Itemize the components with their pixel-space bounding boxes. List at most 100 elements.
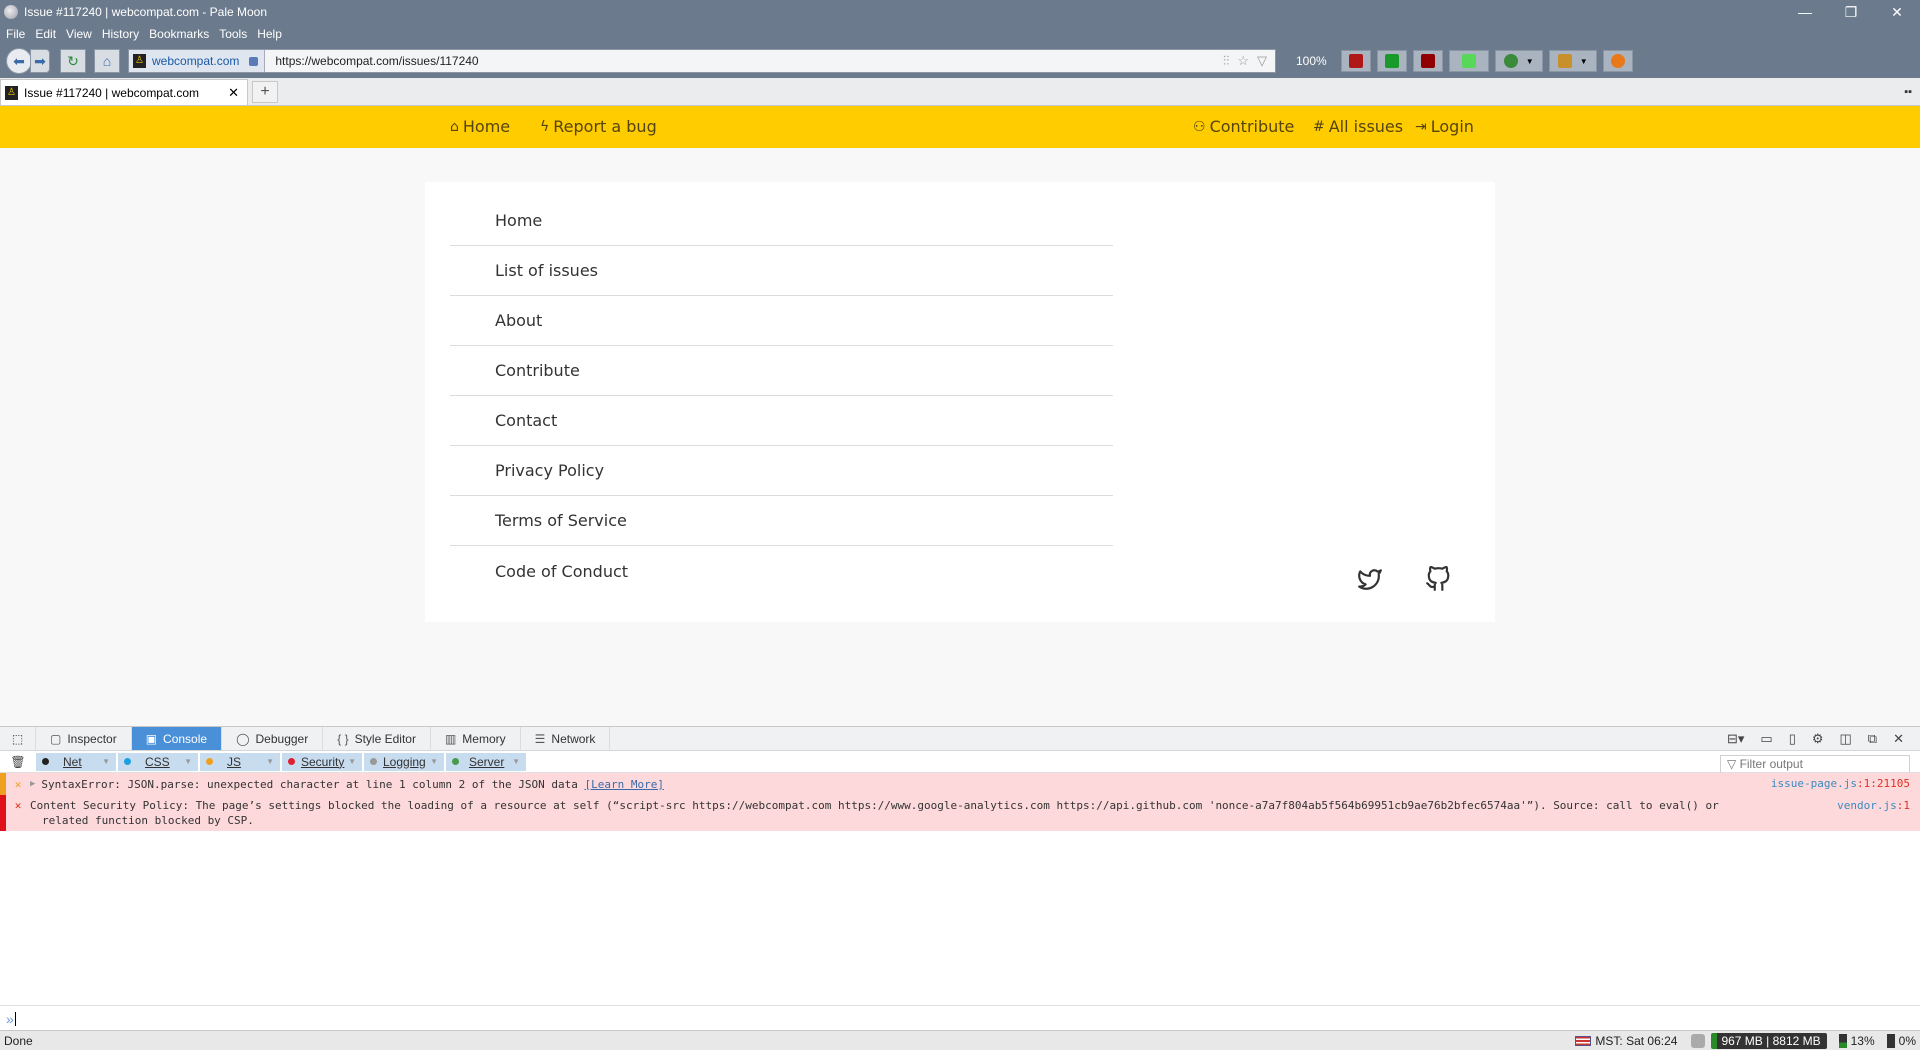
- close-devtools-icon[interactable]: ✕: [1893, 731, 1904, 747]
- tab-debugger[interactable]: ◯ Debugger: [222, 727, 324, 750]
- url-input[interactable]: https://webcompat.com/issues/117240: [275, 54, 1222, 68]
- tab-memory[interactable]: ▥ Memory: [431, 727, 521, 750]
- nav-home-link[interactable]: ⌂ Home: [450, 117, 510, 136]
- nav-all-issues-link[interactable]: # All issues: [1313, 117, 1403, 136]
- footer-link-list-of-issues[interactable]: List of issues: [450, 246, 1113, 296]
- forward-button[interactable]: ➡: [30, 49, 50, 73]
- nav-contribute-link[interactable]: ⚇ Contribute: [1193, 117, 1294, 136]
- chevron-down-icon[interactable]: ▼: [184, 757, 192, 766]
- cpu-meter-icon: [1838, 1033, 1847, 1048]
- zoom-level[interactable]: 100%: [1296, 54, 1327, 68]
- footer-link-contact[interactable]: Contact: [450, 396, 1113, 446]
- tab-inspector[interactable]: ▢ Inspector: [36, 727, 132, 750]
- element-picker-button[interactable]: ⬚: [0, 727, 36, 750]
- bookmark-star-icon[interactable]: ☆: [1237, 53, 1249, 69]
- github-icon[interactable]: [1425, 566, 1451, 592]
- chevron-down-icon[interactable]: ▼: [266, 757, 274, 766]
- footer-link-contribute[interactable]: Contribute: [450, 346, 1113, 396]
- message-source-link[interactable]: vendor.js:1: [1837, 799, 1910, 812]
- learn-more-link[interactable]: [Learn More]: [584, 778, 663, 791]
- console-input[interactable]: »: [0, 1005, 1920, 1031]
- extension-button-1[interactable]: [1340, 50, 1371, 72]
- filter-server-button[interactable]: Server ▼: [446, 752, 526, 771]
- chevron-down-icon[interactable]: ▼: [348, 757, 356, 766]
- console-message-error: ✕ Content Security Policy: The page’s set…: [0, 795, 1920, 831]
- menubar: File Edit View History Bookmarks Tools H…: [0, 24, 1920, 44]
- filter-js-button[interactable]: JS ▼: [200, 752, 280, 771]
- filter-css-button[interactable]: CSS ▼: [118, 752, 198, 771]
- nav-report-bug-link[interactable]: ϟ Report a bug: [540, 117, 657, 136]
- close-window-button[interactable]: ✕: [1874, 0, 1920, 24]
- filter-logging-label: Logging: [383, 754, 426, 769]
- warning-x-icon: ✕: [14, 777, 22, 791]
- extension-green-shield-icon: [1384, 54, 1399, 68]
- footer-link-home[interactable]: Home: [450, 196, 1113, 246]
- home-button[interactable]: ⌂: [94, 49, 120, 73]
- nav-login-link[interactable]: ⇥ Login: [1415, 117, 1474, 136]
- style-editor-icon: { }: [337, 731, 349, 746]
- reader-icon[interactable]: ⫶⫶: [1223, 53, 1230, 69]
- expand-triangle-icon[interactable]: ▶: [30, 779, 35, 789]
- menu-tools[interactable]: Tools: [219, 27, 247, 41]
- filter-output-input[interactable]: ▽ Filter output: [1720, 755, 1910, 774]
- filter-logging-button[interactable]: Logging ▼: [364, 752, 444, 771]
- minimize-button[interactable]: —: [1782, 0, 1828, 24]
- responsive-design-icon[interactable]: ▯: [1789, 731, 1796, 747]
- chevron-down-icon[interactable]: ▼: [430, 757, 438, 766]
- tab-inspector-label: Inspector: [67, 731, 117, 746]
- site-identity-button[interactable]: ♙ webcompat.com: [129, 50, 266, 72]
- reload-button[interactable]: ↻: [60, 49, 86, 73]
- menu-file[interactable]: File: [6, 27, 25, 41]
- tab-close-icon[interactable]: ✕: [228, 85, 239, 101]
- twitter-icon[interactable]: [1357, 566, 1383, 592]
- identity-label: webcompat.com: [152, 54, 240, 68]
- security-dot-icon: [288, 758, 295, 765]
- menu-help[interactable]: Help: [257, 27, 282, 41]
- dock-side-icon[interactable]: ◫: [1840, 731, 1852, 747]
- restore-button[interactable]: ❐: [1828, 0, 1874, 24]
- status-addon-icon[interactable]: [1691, 1033, 1706, 1048]
- footer-link-privacy-policy[interactable]: Privacy Policy: [450, 446, 1113, 496]
- extension-button-7[interactable]: [1602, 50, 1633, 72]
- undock-window-icon[interactable]: ⧉: [1868, 731, 1877, 747]
- extension-button-6[interactable]: ▼: [1548, 50, 1597, 72]
- footer-link-code-of-conduct[interactable]: Code of Conduct: [450, 546, 1113, 596]
- tab-network[interactable]: ☰ Network: [521, 727, 611, 750]
- filter-css-label: CSS: [145, 754, 170, 769]
- chevron-down-icon[interactable]: ▼: [512, 757, 520, 766]
- clear-console-trash-icon[interactable]: 🗑: [0, 755, 36, 769]
- menu-view[interactable]: View: [66, 27, 92, 41]
- url-dropdown-icon[interactable]: ▽: [1257, 53, 1267, 69]
- extension-button-2[interactable]: [1376, 50, 1407, 72]
- scratchpad-icon[interactable]: ▭: [1760, 731, 1772, 747]
- filter-security-label: Security: [301, 754, 345, 769]
- prompt-chevron-icon: »: [6, 1010, 14, 1027]
- menu-history[interactable]: History: [102, 27, 139, 41]
- extension-button-3[interactable]: [1412, 50, 1443, 72]
- filter-net-button[interactable]: Net ▼: [36, 752, 116, 771]
- chevron-down-icon[interactable]: ▼: [1526, 57, 1534, 66]
- new-tab-button[interactable]: +: [252, 81, 278, 103]
- cpu-usage: 13%: [1850, 1033, 1875, 1048]
- split-console-icon[interactable]: ⊟▾: [1727, 731, 1744, 747]
- menu-edit[interactable]: Edit: [35, 27, 56, 41]
- extension-button-5[interactable]: ▼: [1494, 50, 1543, 72]
- tab-issue-page[interactable]: ♙ Issue #117240 | webcompat.com ✕: [0, 79, 248, 105]
- tab-console[interactable]: ▣ Console: [131, 727, 223, 750]
- extension-button-4[interactable]: [1448, 50, 1489, 72]
- url-bar[interactable]: ♙ webcompat.com https://webcompat.com/is…: [128, 49, 1276, 73]
- nav-all-issues-label: All issues: [1328, 117, 1404, 136]
- menu-bookmarks[interactable]: Bookmarks: [149, 27, 209, 41]
- back-button[interactable]: ⬅: [6, 48, 32, 74]
- home-icon: ⌂: [102, 53, 112, 69]
- chevron-down-icon[interactable]: ▼: [102, 757, 110, 766]
- js-dot-icon: [206, 758, 213, 765]
- footer-link-about[interactable]: About: [450, 296, 1113, 346]
- filter-security-button[interactable]: Security ▼: [282, 752, 362, 771]
- tab-style-editor[interactable]: { } Style Editor: [323, 727, 431, 750]
- settings-gear-icon[interactable]: ⚙: [1812, 731, 1824, 747]
- chevron-down-icon[interactable]: ▼: [1580, 57, 1588, 66]
- message-source-link[interactable]: issue-page.js:1:21105: [1771, 777, 1910, 790]
- footer-link-terms-of-service[interactable]: Terms of Service: [450, 496, 1113, 546]
- tab-groups-icon[interactable]: ▪▪: [1904, 86, 1912, 98]
